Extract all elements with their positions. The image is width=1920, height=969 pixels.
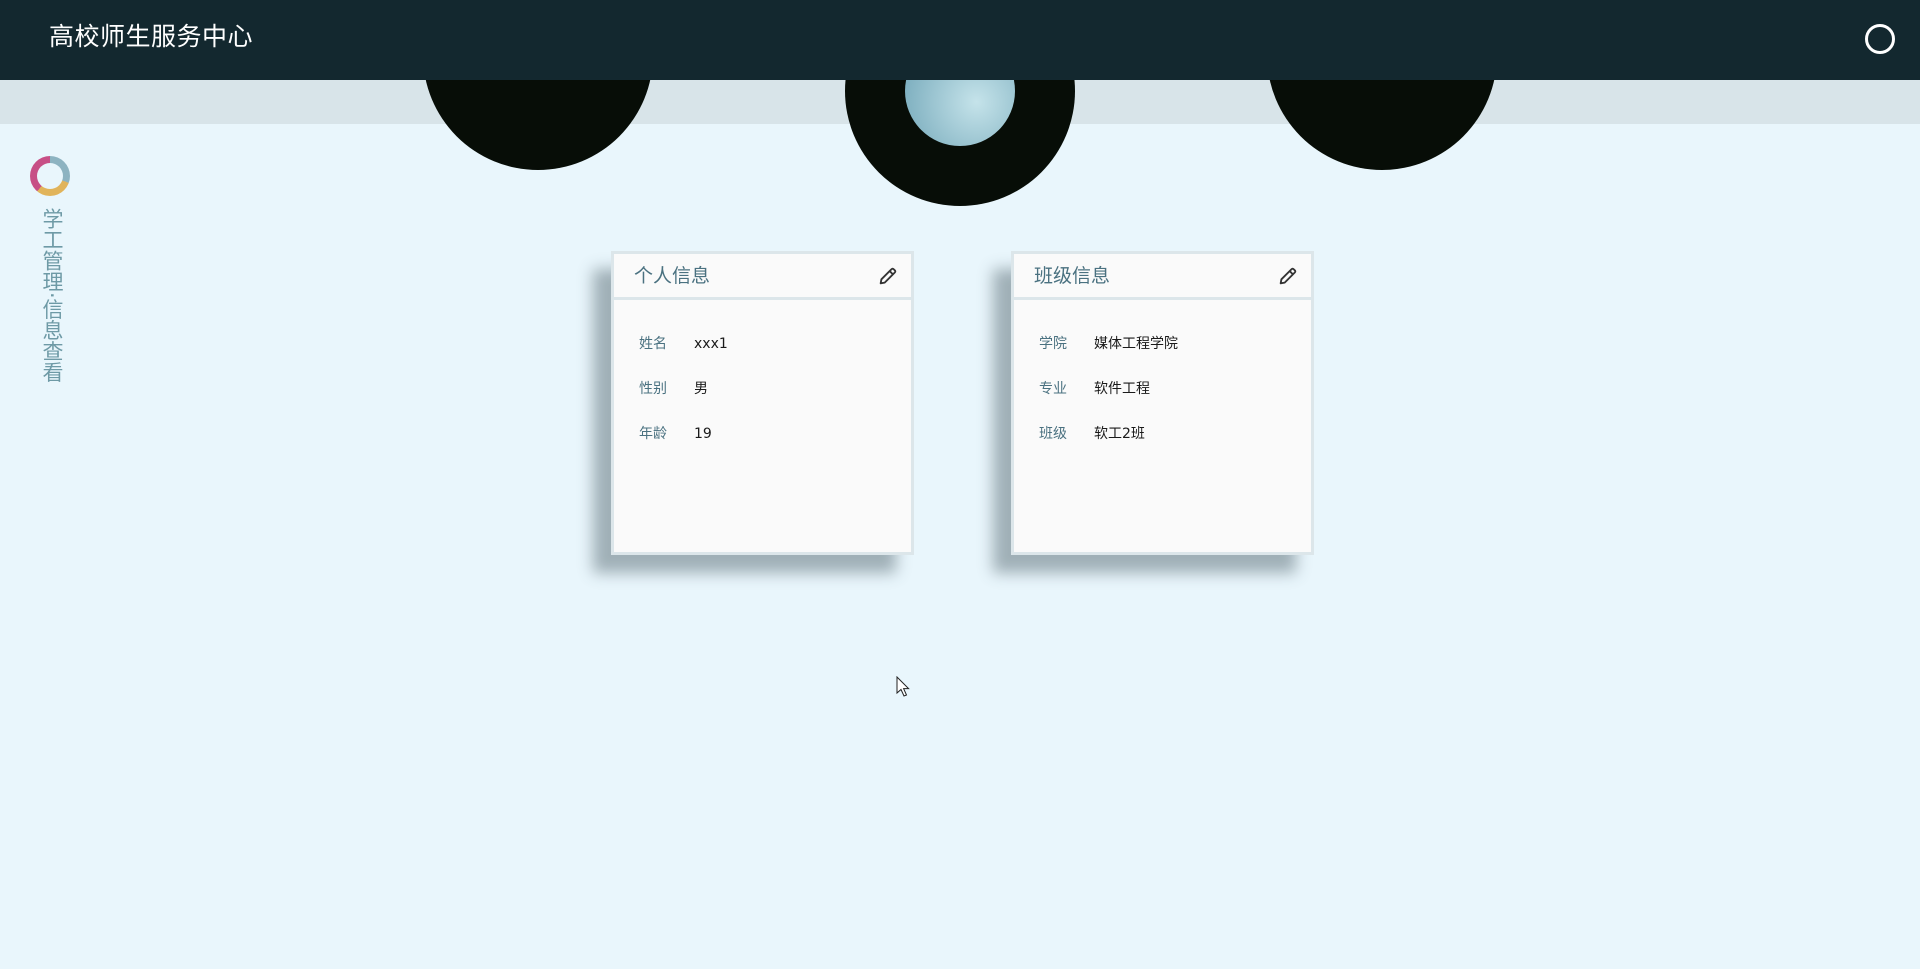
row-label: 年龄 — [639, 426, 667, 442]
card-header: 班级信息 — [1014, 254, 1311, 300]
row-label: 学院 — [1039, 336, 1067, 352]
mouse-cursor-icon — [896, 676, 910, 697]
sidebar-title: 学工管理·信息查看 — [40, 208, 64, 383]
card-title: 个人信息 — [634, 265, 711, 287]
row-value: 软件工程 — [1094, 381, 1150, 397]
row-label: 性别 — [639, 381, 667, 397]
personal-info-card: 个人信息 姓名 xxx1 性别 男 年龄 19 — [611, 251, 914, 555]
info-row-major: 专业 软件工程 — [1014, 364, 1311, 409]
info-row-age: 年龄 19 — [614, 409, 911, 454]
app-title: 高校师生服务中心 — [49, 22, 254, 51]
row-label: 专业 — [1039, 381, 1067, 397]
row-label: 班级 — [1039, 426, 1067, 442]
info-row-class: 班级 软工2班 — [1014, 409, 1311, 454]
info-row-name: 姓名 xxx1 — [614, 319, 911, 364]
chat-bubble-icon[interactable] — [1865, 24, 1895, 54]
info-row-gender: 性别 男 — [614, 364, 911, 409]
row-value: 媒体工程学院 — [1094, 336, 1178, 352]
row-value: xxx1 — [694, 336, 728, 352]
card-header: 个人信息 — [614, 254, 911, 300]
row-value: 软工2班 — [1094, 426, 1145, 442]
card-title: 班级信息 — [1034, 265, 1111, 287]
pencil-icon[interactable] — [1277, 265, 1299, 287]
pencil-icon[interactable] — [877, 265, 899, 287]
info-row-college: 学院 媒体工程学院 — [1014, 319, 1311, 364]
row-value: 男 — [694, 381, 708, 397]
row-label: 姓名 — [639, 336, 667, 352]
row-value: 19 — [694, 426, 712, 442]
top-bar: 高校师生服务中心 — [0, 0, 1920, 80]
ring-logo-icon[interactable] — [30, 156, 70, 196]
class-info-card: 班级信息 学院 媒体工程学院 专业 软件工程 班级 软工2班 — [1011, 251, 1314, 555]
